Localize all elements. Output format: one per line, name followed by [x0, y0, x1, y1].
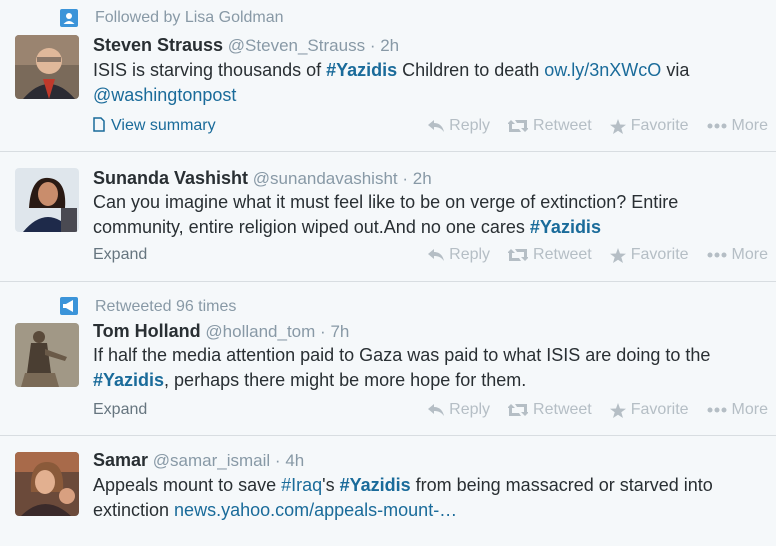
reply-button[interactable]: Reply: [428, 401, 490, 419]
reply-icon: [428, 249, 445, 261]
star-icon: [609, 247, 626, 263]
hashtag-link[interactable]: #Yazidis: [326, 60, 397, 80]
separator: ·: [402, 169, 409, 188]
favorite-button[interactable]: Favorite: [609, 401, 689, 419]
tweet-actions: Reply Retweet Favorite More: [428, 117, 768, 135]
tweet-header: Sunanda Vashisht @sunandavashisht · 2h: [93, 168, 432, 189]
url-link[interactable]: ow.ly/3nXWcO: [544, 60, 661, 80]
url-link[interactable]: news.yahoo.com/appeals-mount-…: [174, 500, 457, 520]
tweet-header: Samar @samar_ismail · 4h: [93, 450, 304, 471]
text-segment: via: [661, 60, 690, 80]
username[interactable]: @holland_tom: [205, 322, 315, 341]
retweet-label: Retweet: [533, 401, 592, 418]
ellipsis-icon: [707, 252, 727, 258]
tweet-header: Steven Strauss @Steven_Strauss · 2h: [93, 35, 399, 56]
view-summary-link[interactable]: View summary: [93, 117, 216, 137]
favorite-button[interactable]: Favorite: [609, 117, 689, 135]
avatar[interactable]: [15, 323, 79, 387]
tweet-item[interactable]: Samar @samar_ismail · 4h Appeals mount t…: [0, 436, 776, 546]
expand-link[interactable]: Expand: [93, 401, 147, 419]
tweet-context: Followed by Lisa Goldman: [95, 9, 284, 26]
favorite-label: Favorite: [630, 401, 689, 418]
retweet-button[interactable]: Retweet: [508, 117, 592, 135]
fullname[interactable]: Samar: [93, 450, 148, 470]
tweet-context: Retweeted 96 times: [95, 298, 237, 315]
reply-label: Reply: [449, 246, 491, 263]
favorite-label: Favorite: [630, 117, 689, 134]
tweet-stream: Followed by Lisa Goldman Steven Strauss …: [0, 0, 776, 534]
reply-button[interactable]: Reply: [428, 246, 490, 264]
fullname[interactable]: Sunanda Vashisht: [93, 168, 248, 188]
megaphone-icon: [60, 297, 78, 315]
person-icon: [60, 9, 78, 27]
expand-link[interactable]: Expand: [93, 246, 147, 264]
avatar[interactable]: [15, 168, 79, 232]
more-button[interactable]: More: [707, 246, 768, 264]
hashtag-link[interactable]: #Iraq: [281, 475, 322, 495]
star-icon: [609, 118, 626, 134]
username[interactable]: @sunandavashisht: [253, 169, 398, 188]
retweet-icon: [508, 249, 529, 261]
retweet-button[interactable]: Retweet: [508, 246, 592, 264]
more-label: More: [731, 401, 768, 418]
reply-label: Reply: [449, 401, 491, 418]
mention-link[interactable]: @washingtonpost: [93, 85, 236, 105]
view-summary-label: View summary: [111, 117, 216, 134]
tweet-actions: Reply Retweet Favorite More: [428, 401, 768, 419]
text-segment: ISIS is starving thousands of: [93, 60, 327, 80]
favorite-label: Favorite: [630, 246, 689, 263]
ellipsis-icon: [707, 407, 727, 413]
timestamp[interactable]: 2h: [413, 169, 432, 188]
tweet-header: Tom Holland @holland_tom · 7h: [93, 321, 349, 342]
hashtag-link[interactable]: #Yazidis: [93, 370, 164, 390]
avatar[interactable]: [15, 35, 79, 99]
separator: ·: [320, 322, 326, 341]
ellipsis-icon: [707, 123, 727, 129]
tweet-item[interactable]: Retweeted 96 times Tom Holland @holland_…: [0, 282, 776, 436]
more-button[interactable]: More: [707, 117, 768, 135]
text-segment: , perhaps there might be more hope for t…: [164, 369, 527, 390]
text-segment: Appeals mount to save: [93, 475, 282, 495]
tweet-text: Can you imagine what it must feel like t…: [93, 190, 763, 239]
separator: ·: [274, 451, 281, 470]
more-button[interactable]: More: [707, 401, 768, 419]
fullname[interactable]: Steven Strauss: [93, 35, 223, 55]
text-segment: If half the media attention paid to Gaza…: [93, 345, 711, 365]
username[interactable]: @Steven_Strauss: [228, 36, 365, 55]
document-icon: [93, 117, 105, 137]
retweet-icon: [508, 120, 529, 132]
hashtag-link[interactable]: #Yazidis: [530, 217, 601, 237]
username[interactable]: @samar_ismail: [153, 451, 270, 470]
retweet-label: Retweet: [533, 117, 592, 134]
reply-icon: [428, 404, 445, 416]
text-segment: 's: [322, 475, 340, 495]
timestamp[interactable]: 2h: [380, 36, 399, 55]
reply-icon: [428, 120, 445, 132]
star-icon: [609, 402, 626, 418]
timestamp[interactable]: 7h: [330, 322, 349, 341]
more-label: More: [731, 246, 768, 263]
reply-button[interactable]: Reply: [428, 117, 490, 135]
avatar[interactable]: [15, 452, 79, 516]
retweet-label: Retweet: [533, 246, 592, 263]
favorite-button[interactable]: Favorite: [609, 246, 689, 264]
text-segment: Children to death: [397, 60, 545, 80]
tweet-actions: Reply Retweet Favorite More: [428, 246, 768, 264]
hashtag-link[interactable]: #Yazidis: [340, 475, 411, 495]
retweet-button[interactable]: Retweet: [508, 401, 592, 419]
tweet-item[interactable]: Followed by Lisa Goldman Steven Strauss …: [0, 0, 776, 152]
retweet-icon: [508, 404, 529, 416]
timestamp[interactable]: 4h: [285, 451, 304, 470]
tweet-text: ISIS is starving thousands of #Yazidis C…: [93, 58, 763, 107]
tweet-text: If half the media attention paid to Gaza…: [93, 343, 763, 392]
separator: ·: [369, 36, 376, 55]
tweet-text: Appeals mount to save #Iraq's #Yazidis f…: [93, 473, 763, 522]
tweet-item[interactable]: Sunanda Vashisht @sunandavashisht · 2h C…: [0, 152, 776, 282]
fullname[interactable]: Tom Holland: [93, 321, 201, 341]
more-label: More: [731, 117, 768, 134]
reply-label: Reply: [449, 117, 491, 134]
